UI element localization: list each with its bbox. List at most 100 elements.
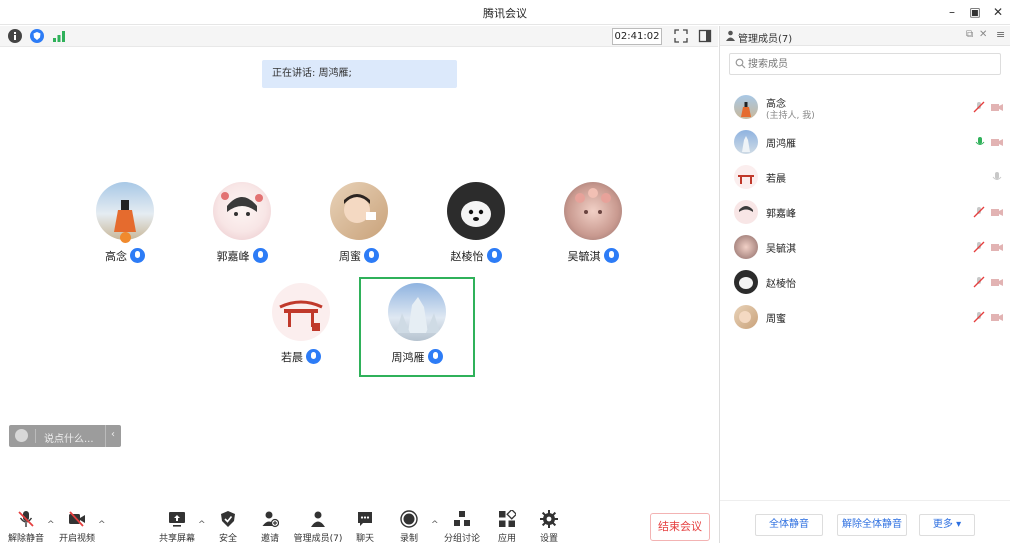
minimize-icon[interactable]: – [944, 4, 960, 20]
member-row[interactable]: 赵棱怡 [720, 266, 1010, 300]
search-input[interactable] [748, 56, 988, 72]
member-row[interactable]: 高念 (主持人, 我) [720, 91, 1010, 125]
camera-off-icon[interactable] [991, 136, 1004, 151]
info-icon[interactable] [8, 29, 22, 43]
emoji-icon[interactable] [15, 429, 28, 442]
more-button[interactable]: 更多 ▾ [919, 514, 975, 536]
shield-icon[interactable] [30, 29, 44, 43]
member-row[interactable]: 若晨 [720, 161, 1010, 195]
breakout-rooms-icon [454, 511, 470, 526]
share-screen-button[interactable]: 共享屏幕 [152, 510, 202, 543]
camera-off-icon[interactable] [991, 241, 1004, 256]
member-search[interactable] [729, 53, 1001, 75]
avatar [564, 182, 622, 240]
gear-icon [540, 510, 558, 528]
end-meeting-button[interactable]: 结束会议 [650, 513, 710, 541]
member-name: 周鸿雁 [766, 139, 796, 150]
restore-icon[interactable]: ▣ [967, 4, 983, 20]
participant-name: 吴毓淇 [535, 248, 651, 264]
layout-icon[interactable] [698, 29, 712, 43]
record-button[interactable]: 录制 [384, 510, 434, 543]
member-name: 郭嘉峰 [766, 209, 796, 220]
avatar [213, 182, 271, 240]
participant-tile[interactable]: 若晨 [243, 277, 359, 377]
avatar [272, 283, 330, 341]
invite-label: 邀请 [260, 534, 279, 543]
mic-icon[interactable] [991, 171, 1003, 186]
avatar [734, 305, 758, 329]
settings-button[interactable]: 设置 [524, 510, 574, 543]
member-name: 若晨 [766, 174, 786, 185]
popout-icon[interactable]: ⧉ [966, 29, 973, 40]
member-row[interactable]: 周鸿雁 [720, 126, 1010, 160]
member-role: (主持人, 我) [766, 111, 815, 121]
participant-name: 周蜜 [301, 248, 417, 264]
members-panel: 管理成员(7) ⧉ ✕ ≡ 高念 (主持人, 我) 周鸿雁 若晨 [719, 26, 1010, 543]
close-panel-icon[interactable]: ✕ [979, 29, 987, 40]
participant-name: 若晨 [243, 349, 359, 365]
breakout-label: 分组讨论 [443, 534, 480, 543]
participant-tile[interactable]: 郭嘉峰 [184, 176, 300, 276]
participant-tile[interactable]: 吴毓淇 [535, 176, 651, 276]
mic-muted-icon[interactable] [973, 311, 985, 326]
record-label: 录制 [399, 534, 418, 543]
signal-icon[interactable] [52, 29, 66, 43]
mic-icon [252, 248, 268, 263]
collapse-chevron-icon[interactable]: ‹ [111, 429, 115, 440]
manage-members-button[interactable]: 管理成员(7) [292, 510, 344, 543]
participant-tile[interactable]: 周蜜 [301, 176, 417, 276]
camera-off-icon[interactable] [991, 101, 1004, 116]
camera-off-icon[interactable] [991, 276, 1004, 291]
avatar [734, 235, 758, 259]
mic-active-icon[interactable] [974, 136, 986, 151]
video-label: 开启视频 [58, 534, 95, 543]
search-icon [735, 58, 746, 69]
camera-off-icon[interactable] [991, 311, 1004, 326]
divider [105, 425, 106, 447]
members-panel-header: 管理成员(7) ⧉ ✕ ≡ [720, 26, 1010, 46]
meeting-info-strip: 02:41:02 [0, 26, 718, 47]
fullscreen-icon[interactable] [674, 29, 688, 43]
avatar [734, 270, 758, 294]
member-row[interactable]: 吴毓淇 [720, 231, 1010, 265]
members-panel-title: 管理成员(7) [738, 34, 793, 45]
video-options-caret-icon[interactable]: ^ [98, 520, 106, 530]
mic-muted-icon[interactable] [973, 276, 985, 291]
close-icon[interactable]: ✕ [990, 4, 1006, 20]
participant-tile[interactable]: 高念 [67, 176, 183, 276]
divider [35, 429, 36, 443]
mic-muted-icon[interactable] [973, 101, 985, 116]
avatar [734, 165, 758, 189]
participant-name: 高念 [67, 248, 183, 264]
participant-tile[interactable]: 赵棱怡 [418, 176, 534, 276]
avatar [447, 182, 505, 240]
invite-button[interactable]: 邀请 [245, 510, 295, 543]
breakout-button[interactable]: 分组讨论 [437, 510, 487, 543]
participant-name: 郭嘉峰 [184, 248, 300, 264]
share-screen-icon [169, 512, 185, 527]
chat-placeholder[interactable]: 说点什么... [44, 430, 94, 445]
mic-muted-icon[interactable] [973, 241, 985, 256]
host-badge-icon [120, 232, 131, 243]
unmute-all-button[interactable]: 解除全体静音 [837, 514, 907, 536]
menu-icon[interactable]: ≡ [996, 28, 1005, 41]
members-icon [311, 511, 325, 527]
manage-label: 管理成员(7) [293, 534, 343, 543]
participant-tile-active-speaker[interactable]: 周鸿雁 [359, 277, 475, 377]
chat-bubble-icon [358, 512, 372, 526]
chat-button[interactable]: 聊天 [340, 510, 390, 543]
mute-all-button[interactable]: 全体静音 [755, 514, 823, 536]
member-row[interactable]: 周蜜 [720, 301, 1010, 335]
unmute-button[interactable]: 解除静音 [1, 510, 51, 543]
mic-icon [306, 349, 321, 364]
chat-label: 聊天 [355, 534, 374, 543]
member-row[interactable]: 郭嘉峰 [720, 196, 1010, 230]
meeting-window: 腾讯会议 – ▣ ✕ 02:41:02 正在讲话: 周鸿雁; 高念 郭嘉峰 周蜜… [0, 0, 1010, 543]
mic-icon [486, 248, 502, 263]
camera-off-icon[interactable] [991, 206, 1004, 221]
meeting-timer: 02:41:02 [612, 28, 662, 45]
start-video-button[interactable]: 开启视频 [52, 510, 102, 543]
camera-off-icon [69, 511, 85, 527]
mic-muted-icon[interactable] [973, 206, 985, 221]
chat-quick-input[interactable]: 说点什么... ‹ [9, 425, 121, 447]
